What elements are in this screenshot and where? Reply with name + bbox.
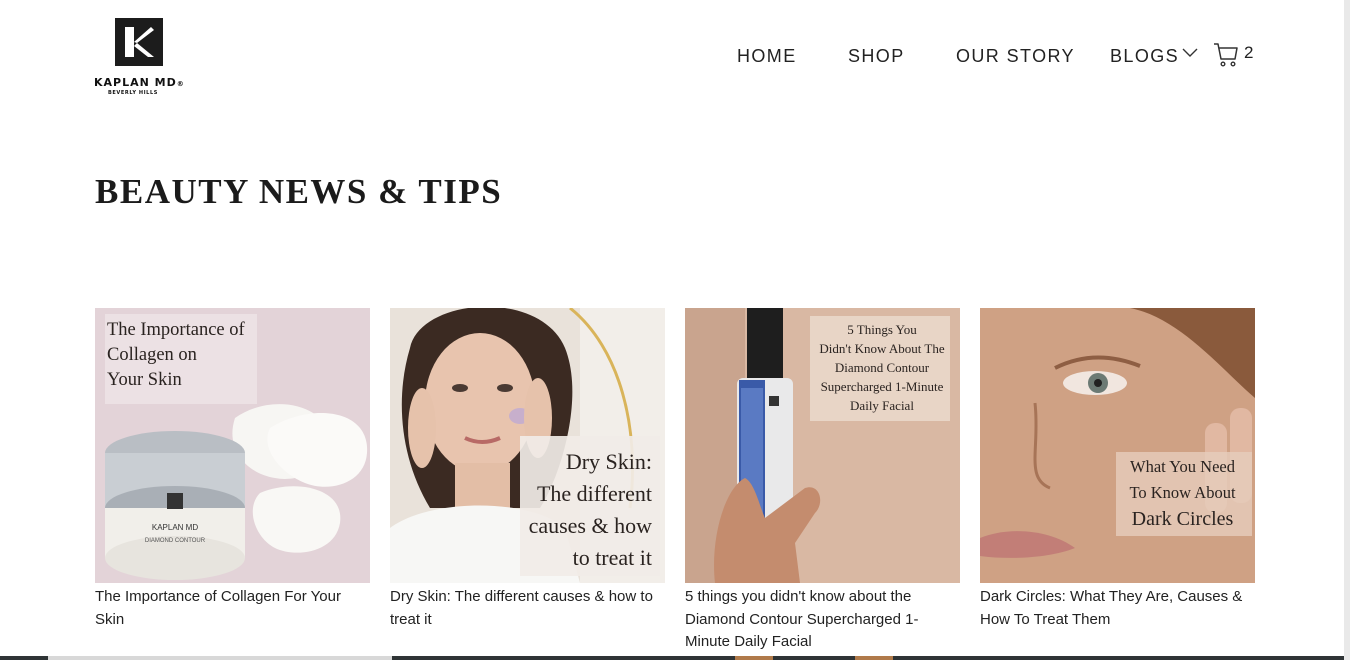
nav-blogs[interactable]: BLOGS [1110,46,1179,67]
page-scrollbar-edge [1344,0,1350,660]
next-section-strip [0,656,1344,660]
image-caption-line: to treat it [572,545,652,570]
logo-mark-icon [115,18,163,66]
blog-card-title[interactable]: Dark Circles: What They Are, Causes & Ho… [980,586,1255,631]
brand-registered: ® [176,80,185,88]
blog-card-image[interactable]: 5 Things You Didn't Know About The Diamo… [685,308,960,583]
blog-card-title[interactable]: Dry Skin: The different causes & how to … [390,586,665,631]
nav-shop[interactable]: SHOP [848,46,905,67]
image-caption-line: Daily Facial [850,398,914,413]
nav-home[interactable]: HOME [737,46,797,67]
blog-card-image[interactable]: Dry Skin: The different causes & how to … [390,308,665,583]
jar-product-text: DIAMOND CONTOUR [145,538,206,544]
image-caption-line: Collagen on [107,345,197,365]
chevron-down-icon[interactable] [1181,46,1199,60]
blog-card-title[interactable]: 5 things you didn't know about the Diamo… [685,586,960,654]
brand-logo[interactable]: KAPLAN MD® BEVERLY HILLS [94,18,194,98]
blog-card[interactable]: Dry Skin: The different causes & how to … [390,308,665,631]
image-caption-line: Diamond Contour [834,360,930,375]
blog-card-title[interactable]: The Importance of Collagen For Your Skin [95,586,370,631]
image-caption-line: The different [536,481,652,506]
blog-card[interactable]: KAPLAN MD DIAMOND CONTOUR The Importance… [95,308,370,631]
image-caption-line: Your Skin [107,370,182,390]
image-caption-line: The Importance of [107,320,245,340]
image-caption: What You Need To Know About Dark Circles [1120,454,1245,532]
cart-count-badge[interactable]: 2 [1244,43,1253,63]
jar-brand-text: KAPLAN MD [152,523,198,532]
image-caption-line: 5 Things You [847,322,917,337]
brand-location: BEVERLY HILLS [108,90,158,96]
image-caption-line: Didn't Know About The [819,341,945,356]
blog-card-image[interactable]: KAPLAN MD DIAMOND CONTOUR The Importance… [95,308,370,583]
image-caption-line: To Know About [1129,483,1236,502]
brand-name: KAPLAN MD [94,76,177,89]
image-caption: The Importance of Collagen on Your Skin [107,318,255,393]
blog-card-image[interactable]: What You Need To Know About Dark Circles [980,308,1255,583]
image-caption: 5 Things You Didn't Know About The Diamo… [813,320,951,415]
shopping-cart-icon[interactable] [1212,40,1240,68]
image-caption-line: Dry Skin: [565,449,652,474]
next-section-segment [735,656,773,660]
nav-our-story[interactable]: OUR STORY [956,46,1075,67]
next-section-segment [855,656,893,660]
image-caption-line: Supercharged 1-Minute [820,379,944,394]
image-caption: Dry Skin: The different causes & how to … [524,446,652,574]
blog-card[interactable]: 5 Things You Didn't Know About The Diamo… [685,308,960,654]
image-caption-line: What You Need [1130,457,1235,476]
image-caption-line: causes & how [528,513,652,538]
page-title: BEAUTY NEWS & TIPS [95,172,503,211]
next-section-segment [48,656,392,660]
blog-card[interactable]: What You Need To Know About Dark Circles… [980,308,1255,631]
image-caption-line: Dark Circles [1131,508,1234,530]
